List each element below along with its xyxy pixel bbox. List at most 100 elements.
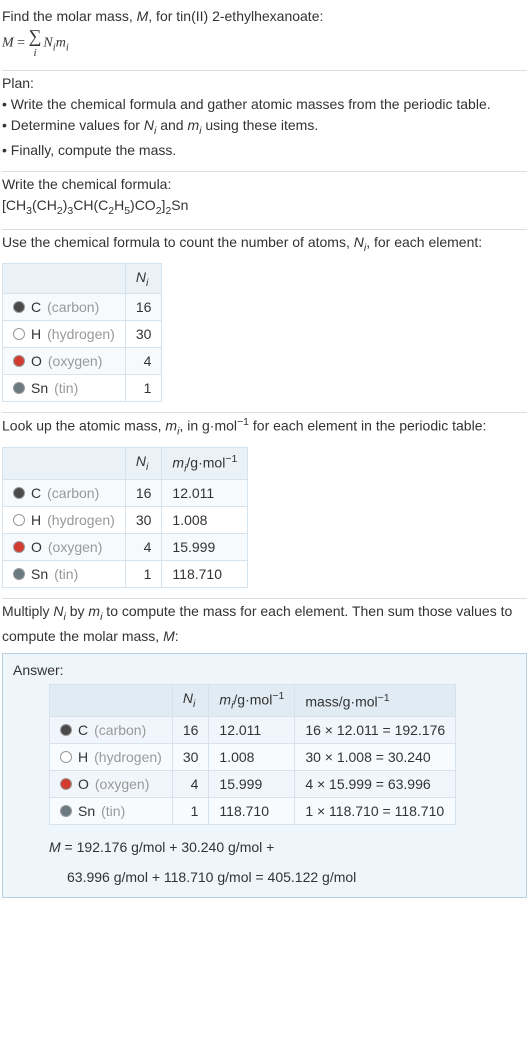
hdr-empty	[3, 263, 126, 294]
plan-bullet-1: • Write the chemical formula and gather …	[2, 94, 527, 115]
element-cell: C (carbon)	[3, 480, 126, 507]
answer-box: Answer: Ni mi/g·mol−1 mass/g·mol−1 C(car…	[2, 653, 527, 898]
eq-N: N	[43, 36, 52, 51]
intro-line1: Find the molar mass, M, for tin(II) 2-et…	[2, 6, 527, 27]
intro-equation: M = ∑iNimi	[2, 27, 527, 60]
element-color-icon	[60, 805, 72, 817]
element-cell: C(carbon)	[50, 717, 173, 744]
intro-text2: , for tin(II) 2-ethylhexanoate:	[148, 8, 323, 24]
hdr-mi: mi/g·mol−1	[162, 447, 248, 479]
eq-M: M	[2, 36, 14, 51]
table-row: C(carbon)1612.01116 × 12.011 = 192.176	[50, 717, 456, 744]
element-cell: O (oxygen)	[50, 771, 173, 798]
element-color-icon	[13, 514, 25, 526]
count-text: Use the chemical formula to count the nu…	[2, 232, 527, 257]
element-cell: Sn(tin)	[50, 798, 173, 825]
sigma-index: i	[33, 47, 36, 59]
element-color-icon	[13, 355, 25, 367]
plan2-mid: and	[156, 117, 187, 133]
hdr-Ni-N: N	[136, 453, 146, 469]
element-color-icon	[13, 382, 25, 394]
mul-m: m	[88, 603, 100, 619]
cf-4: CH(C	[73, 197, 108, 213]
element-symbol: Sn	[78, 803, 95, 819]
value-cell: 4	[125, 534, 162, 561]
hdr-mi-exp: −1	[272, 690, 284, 702]
value-cell: 118.710	[162, 561, 248, 588]
sum-M: M	[49, 839, 61, 855]
element-cell: H(hydrogen)	[3, 507, 126, 534]
hdr-Ni: Ni	[125, 263, 162, 294]
element-cell: H(hydrogen)	[3, 321, 126, 348]
element-color-icon	[60, 724, 72, 736]
value-cell: 15.999	[162, 534, 248, 561]
mul-M: M	[163, 628, 175, 644]
table-row: C(carbon)16	[3, 294, 162, 321]
table-row: Sn(tin)1	[3, 375, 162, 402]
chem-formula: [CH3(CH2)3CH(C2H5)CO2]2Sn	[2, 195, 527, 220]
value-cell: 15.999	[209, 771, 295, 798]
value-cell: 1.008	[209, 744, 295, 771]
element-symbol: C	[31, 485, 41, 501]
lookup-text: Look up the atomic mass, mi, in g·mol−1 …	[2, 415, 527, 440]
intro-text: Find the molar mass,	[2, 8, 137, 24]
element-symbol: Sn	[31, 380, 48, 396]
value-cell: 30	[125, 321, 162, 348]
element-name: (carbon)	[47, 485, 99, 501]
table-header-row: Ni mi/g·mol−1	[3, 447, 248, 479]
element-symbol: H	[78, 749, 88, 765]
element-name: (oxygen)	[48, 539, 102, 555]
element-symbol: O	[78, 776, 89, 792]
hdr-mass: mass/g·mol−1	[295, 684, 456, 716]
lookup-exp: −1	[237, 416, 249, 428]
value-cell: 16	[125, 294, 162, 321]
eq-equals: =	[14, 36, 29, 51]
sigma-symbol: ∑	[29, 26, 42, 46]
element-color-icon	[60, 778, 72, 790]
answer-table: Ni mi/g·mol−1 mass/g·mol−1 C(carbon)1612…	[49, 684, 456, 825]
table-row: O(oxygen)415.999	[3, 534, 248, 561]
table-row: H(hydrogen)30	[3, 321, 162, 348]
plan-bullet-3: • Finally, compute the mass.	[2, 140, 527, 161]
table-row: H(hydrogen)301.00830 × 1.008 = 30.240	[50, 744, 456, 771]
count-N: N	[354, 234, 364, 250]
table-header-row: Ni	[3, 263, 162, 294]
element-symbol: O	[31, 353, 42, 369]
lookup-b: , in g·mol	[179, 418, 237, 434]
element-name: (hydrogen)	[94, 749, 162, 765]
table-row: C(carbon)1612.011	[3, 480, 248, 507]
element-name: (oxygen)	[95, 776, 149, 792]
hdr-mi-unit: /g·mol	[186, 454, 225, 470]
hdr-Ni-i: i	[193, 698, 195, 710]
mul-a: Multiply	[2, 603, 53, 619]
value-cell: 30 × 1.008 = 30.240	[295, 744, 456, 771]
value-cell: 4	[172, 771, 209, 798]
eq-mi-sub: i	[66, 43, 69, 54]
table-row: Sn(tin)1118.7101 × 118.710 = 118.710	[50, 798, 456, 825]
answer-inner: Ni mi/g·mol−1 mass/g·mol−1 C(carbon)1612…	[13, 684, 516, 885]
element-color-icon	[13, 568, 25, 580]
lookup-section: Look up the atomic mass, mi, in g·mol−1 …	[2, 413, 527, 598]
element-symbol: H	[31, 326, 41, 342]
molar-mass-sum-1: M = 192.176 g/mol + 30.240 g/mol +	[49, 839, 516, 855]
multiply-section: Multiply Ni by mi to compute the mass fo…	[2, 599, 527, 908]
lookup-a: Look up the atomic mass,	[2, 418, 165, 434]
hdr-Ni: Ni	[125, 447, 162, 479]
sum-rest-1: = 192.176 g/mol + 30.240 g/mol +	[61, 839, 275, 855]
element-name: (tin)	[54, 566, 78, 582]
hdr-Ni-N: N	[183, 690, 193, 706]
count-table: Ni C(carbon)16H(hydrogen)30O(oxygen)4Sn(…	[2, 263, 162, 403]
molar-mass-sum-2: 63.996 g/mol + 118.710 g/mol = 405.122 g…	[49, 869, 516, 885]
value-cell: 1.008	[162, 507, 248, 534]
element-cell: Sn(tin)	[3, 375, 126, 402]
hdr-mi-m: m	[219, 691, 231, 707]
element-symbol: H	[31, 512, 41, 528]
plan-heading: Plan:	[2, 73, 527, 94]
answer-label: Answer:	[13, 662, 516, 678]
element-color-icon	[60, 751, 72, 763]
element-symbol: C	[31, 299, 41, 315]
plan2-m: m	[187, 117, 199, 133]
cf-2: (CH	[32, 197, 57, 213]
mul-b: by	[66, 603, 89, 619]
element-name: (oxygen)	[48, 353, 102, 369]
